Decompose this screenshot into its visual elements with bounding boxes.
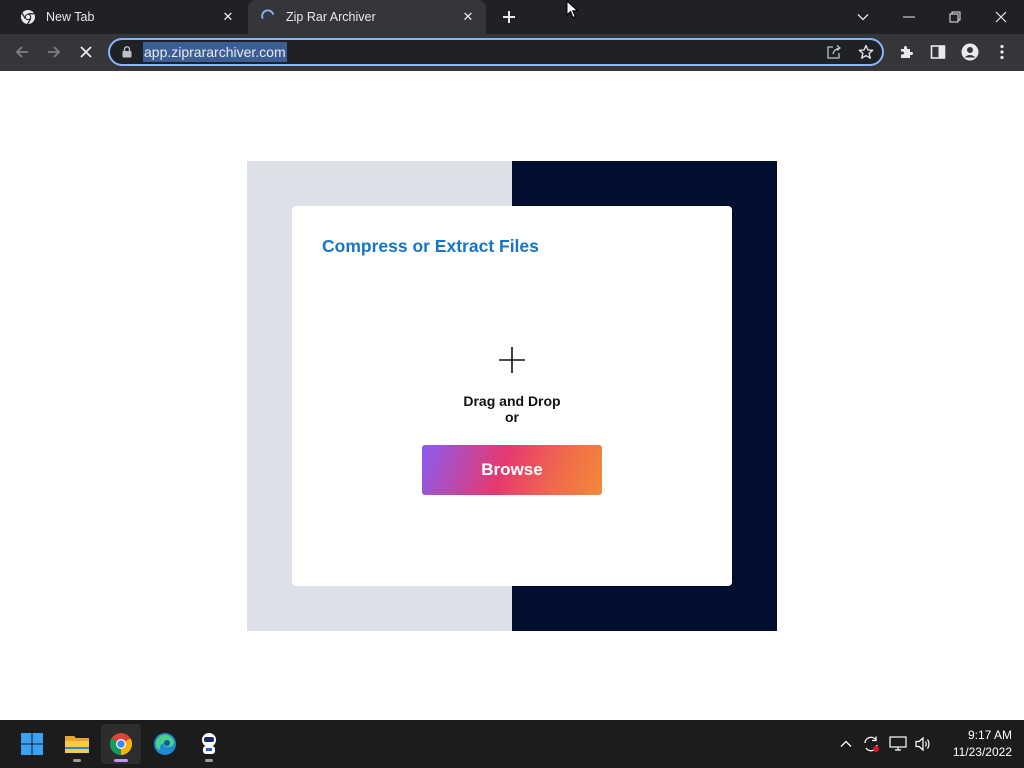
stop-button[interactable] <box>72 38 100 66</box>
menu-icon[interactable] <box>990 40 1014 64</box>
plus-icon <box>503 11 515 23</box>
browser-titlebar: New Tab ✕ Zip Rar Archiver ✕ <box>0 0 1024 34</box>
system-clock[interactable]: 9:17 AM 11/23/2022 <box>940 727 1012 761</box>
chevron-down-icon <box>857 14 869 21</box>
tab-search-button[interactable] <box>840 0 886 34</box>
loading-spinner-icon <box>260 9 276 25</box>
chevron-up-icon[interactable] <box>834 732 858 756</box>
windows-taskbar: 9:17 AM 11/23/2022 <box>0 720 1024 768</box>
side-panel-icon[interactable] <box>926 40 950 64</box>
add-file-plus-icon[interactable] <box>498 346 526 374</box>
running-indicator <box>114 759 128 762</box>
share-icon[interactable] <box>822 40 846 64</box>
close-tab-icon[interactable]: ✕ <box>218 7 238 27</box>
volume-icon[interactable] <box>911 732 935 756</box>
network-icon[interactable] <box>886 732 910 756</box>
tab-zip-rar-archiver[interactable]: Zip Rar Archiver ✕ <box>248 0 486 34</box>
back-button[interactable] <box>8 38 36 66</box>
clock-date: 11/23/2022 <box>952 745 1012 759</box>
taskbar-file-explorer[interactable] <box>57 724 97 764</box>
tab-title: New Tab <box>46 10 95 24</box>
windows-start-icon <box>21 733 43 755</box>
restore-button[interactable] <box>932 0 978 34</box>
forward-arrow-icon <box>48 46 61 58</box>
browser-toolbar: app.ziprararchiver.com <box>0 34 1024 71</box>
mouse-cursor-icon <box>566 0 579 19</box>
taskbar-chrome[interactable] <box>101 724 141 764</box>
or-label: or <box>505 409 519 425</box>
running-indicator <box>73 759 81 762</box>
upload-card: Compress or Extract Files Drag and Drop … <box>292 206 732 586</box>
close-icon <box>995 11 1007 23</box>
extensions-icon[interactable] <box>894 40 918 64</box>
start-button[interactable] <box>12 724 52 764</box>
stop-icon <box>80 46 92 58</box>
lock-icon <box>122 46 134 58</box>
page-viewport: Compress or Extract Files Drag and Drop … <box>0 71 1024 720</box>
astronaut-app-icon <box>202 733 216 754</box>
edge-icon <box>154 733 176 755</box>
close-window-button[interactable] <box>978 0 1024 34</box>
profile-icon[interactable] <box>958 40 982 64</box>
chrome-icon <box>20 9 36 25</box>
running-indicator <box>205 759 213 762</box>
url-text[interactable]: app.ziprararchiver.com <box>143 42 287 62</box>
file-explorer-icon <box>65 736 89 753</box>
bookmark-star-icon[interactable] <box>854 40 878 64</box>
forward-button[interactable] <box>40 38 68 66</box>
minimize-icon <box>903 16 915 18</box>
page-title: Compress or Extract Files <box>322 236 539 256</box>
tab-title: Zip Rar Archiver <box>286 10 376 24</box>
address-bar[interactable]: app.ziprararchiver.com <box>108 38 884 66</box>
new-tab-button[interactable] <box>497 5 521 29</box>
restore-icon <box>949 11 961 23</box>
tab-new-tab[interactable]: New Tab ✕ <box>8 0 246 34</box>
taskbar-edge[interactable] <box>145 724 185 764</box>
chrome-icon <box>110 733 132 755</box>
drag-drop-label: Drag and Drop <box>463 393 561 409</box>
sync-icon[interactable] <box>859 732 883 756</box>
minimize-button[interactable] <box>886 0 932 34</box>
browse-button[interactable]: Browse <box>422 445 602 495</box>
back-arrow-icon <box>15 46 28 58</box>
close-tab-icon[interactable]: ✕ <box>458 7 478 27</box>
clock-time: 9:17 AM <box>967 728 1012 742</box>
taskbar-astronaut-app[interactable] <box>189 724 229 764</box>
